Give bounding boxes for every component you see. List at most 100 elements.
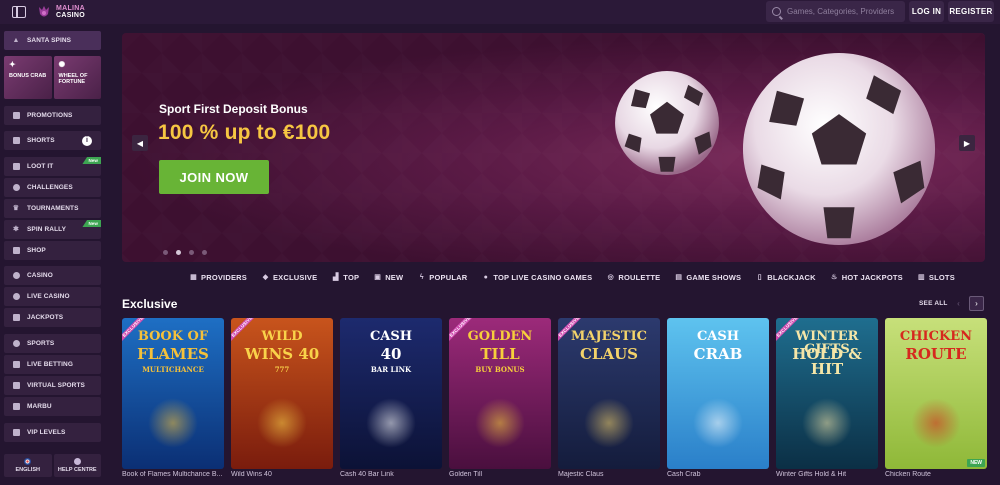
sidebar-item-label: SHOP bbox=[27, 247, 46, 254]
hero-next-button[interactable]: ▶ bbox=[959, 135, 975, 151]
category-blackjack[interactable]: ▯ BLACKJACK bbox=[756, 273, 816, 282]
sidebar-item-shorts[interactable]: SHORTS i bbox=[4, 131, 101, 150]
game-thumbnail[interactable]: CASH 40 BAR LINK bbox=[340, 318, 442, 469]
runner-icon: ✱ bbox=[13, 225, 19, 233]
category-new[interactable]: ▣ NEW bbox=[374, 273, 403, 282]
game-thumbnail[interactable]: MAJESTIC CLAUS EXCLUSIVE bbox=[558, 318, 660, 469]
game-art-emblem bbox=[257, 398, 307, 448]
sidebar-item-label: CASINO bbox=[27, 272, 53, 279]
info-icon[interactable]: i bbox=[82, 135, 92, 146]
sidebar-item-label: JACKPOTS bbox=[27, 314, 64, 321]
game-art-emblem bbox=[802, 398, 852, 448]
trophy-icon: ♛ bbox=[12, 204, 20, 212]
sidebar-item-loot-it[interactable]: LOOT IT New bbox=[4, 157, 101, 176]
category-label: PROVIDERS bbox=[201, 272, 247, 282]
search-icon bbox=[772, 7, 781, 16]
sidebar-item-live-betting[interactable]: LIVE BETTING bbox=[4, 355, 101, 374]
sidebar-item-promotions[interactable]: PROMOTIONS bbox=[4, 106, 101, 125]
game-thumbnail[interactable]: BOOK OF FLAMES MULTICHANCE EXCLUSIVE bbox=[122, 318, 224, 469]
game-tile[interactable]: CHICKEN ROUTE NEW Chicken Route bbox=[885, 318, 987, 478]
hero-dot[interactable] bbox=[189, 250, 194, 255]
hero-dot-active[interactable] bbox=[176, 250, 181, 255]
help-centre-button[interactable]: HELP CENTRE bbox=[53, 454, 101, 477]
category-label: GAME SHOWS bbox=[686, 272, 742, 282]
game-thumbnail[interactable]: CASH CRAB bbox=[667, 318, 769, 469]
category-popular[interactable]: ϟ POPULAR bbox=[418, 273, 467, 282]
carousel-prev-button[interactable]: ‹ bbox=[951, 296, 966, 311]
game-tile[interactable]: CASH CRAB Cash Crab bbox=[667, 318, 769, 478]
search-box[interactable] bbox=[766, 1, 905, 22]
game-tile[interactable]: MAJESTIC CLAUS EXCLUSIVE Majestic Claus bbox=[558, 318, 660, 478]
search-input[interactable] bbox=[787, 7, 902, 16]
live-betting-icon bbox=[12, 361, 20, 369]
promo-tiles: ✦ BONUS CRAB ✺ WHEEL OF FORTUNE bbox=[4, 56, 101, 99]
help-centre-label: HELP CENTRE bbox=[57, 467, 97, 473]
chevron-left-icon: ‹ bbox=[957, 299, 960, 308]
game-art-emblem bbox=[911, 398, 961, 448]
sidebar-item-vip-levels[interactable]: VIP LEVELS bbox=[4, 423, 101, 442]
diamond-icon: ◆ bbox=[262, 273, 269, 281]
sidebar-item-virtual-sports[interactable]: VIRTUAL SPORTS bbox=[4, 376, 101, 395]
game-tile[interactable]: BOOK OF FLAMES MULTICHANCE EXCLUSIVE Book of… bbox=[122, 318, 224, 478]
category-roulette[interactable]: ◎ ROULETTE bbox=[607, 273, 660, 282]
login-button[interactable]: LOG IN bbox=[909, 1, 944, 22]
register-button[interactable]: REGISTER bbox=[948, 1, 994, 22]
bolt-icon: ϟ bbox=[419, 273, 424, 281]
sidebar-item-label: LOOT IT bbox=[27, 163, 54, 170]
sidebar-item-challenges[interactable]: CHALLENGES bbox=[4, 178, 101, 197]
category-providers[interactable]: ▦ PROVIDERS bbox=[190, 273, 247, 282]
carousel-next-button[interactable]: › bbox=[969, 296, 984, 311]
game-thumbnail[interactable]: GOLDEN TILL BUY BONUS EXCLUSIVE bbox=[449, 318, 551, 469]
bonus-crab-tile[interactable]: ✦ BONUS CRAB bbox=[4, 56, 52, 99]
sidebar-item-marbu[interactable]: MARBU bbox=[4, 397, 101, 416]
hero-banner[interactable]: Sport First Deposit Bonus 100 % up to €1… bbox=[122, 33, 985, 262]
sidebar-item-tournaments[interactable]: ♛ TOURNAMENTS bbox=[4, 199, 101, 218]
chevron-right-icon: ▶ bbox=[963, 138, 971, 148]
game-tile[interactable]: WINTER GIFTS HOLD & HIT EXCLUSIVE Winter Gi… bbox=[776, 318, 878, 478]
logo-line2: CASINO bbox=[56, 12, 86, 19]
category-top-live-casino-games[interactable]: ● TOP LIVE CASINO GAMES bbox=[482, 273, 592, 282]
sidebar-item-label: SANTA SPINS bbox=[27, 37, 72, 44]
game-thumbnail[interactable]: WINTER GIFTS HOLD & HIT EXCLUSIVE bbox=[776, 318, 878, 469]
category-exclusive[interactable]: ◆ EXCLUSIVE bbox=[262, 273, 317, 282]
sidebar-footer: ENGLISH HELP CENTRE bbox=[4, 454, 101, 477]
hero-dot[interactable] bbox=[163, 250, 168, 255]
sidebar-item-shop[interactable]: SHOP bbox=[4, 241, 101, 260]
language-button[interactable]: ENGLISH bbox=[4, 454, 52, 477]
game-tile[interactable]: WILD WINS 40 777 EXCLUSIVE Wild Wins 40 bbox=[231, 318, 333, 478]
game-art-subtitle: 777 bbox=[274, 365, 290, 374]
sidebar-item-spin-rally[interactable]: ✱ SPIN RALLY New bbox=[4, 220, 101, 239]
sidebar-toggle-icon[interactable] bbox=[12, 6, 26, 18]
target-icon bbox=[12, 184, 20, 192]
sidebar-item-live-casino[interactable]: LIVE CASINO bbox=[4, 287, 101, 306]
join-now-button[interactable]: JOIN NOW bbox=[159, 160, 269, 194]
category-label: HOT JACKPOTS bbox=[841, 272, 903, 282]
logo[interactable]: MALINA CASINO bbox=[36, 4, 85, 20]
game-name: Golden Till bbox=[449, 471, 483, 478]
category-slots[interactable]: ▥ SLOTS bbox=[918, 273, 955, 282]
category-game-shows[interactable]: ▤ GAME SHOWS bbox=[675, 273, 741, 282]
game-thumbnail[interactable]: CHICKEN ROUTE NEW bbox=[885, 318, 987, 469]
category-top[interactable]: ▟ TOP bbox=[332, 273, 359, 282]
new-badge: New bbox=[82, 220, 101, 227]
see-all-link[interactable]: SEE ALL bbox=[919, 300, 948, 307]
hero-dot[interactable] bbox=[202, 250, 207, 255]
gameshow-icon: ▤ bbox=[675, 273, 683, 281]
game-tile[interactable]: CASH 40 BAR LINK Cash 40 Bar Link bbox=[340, 318, 442, 478]
sidebar-item-santa-spins[interactable]: ▲ SANTA SPINS bbox=[4, 31, 101, 50]
sidebar-item-label: LIVE CASINO bbox=[27, 293, 70, 300]
chevron-right-icon: › bbox=[975, 299, 978, 308]
sidebar-item-sports[interactable]: SPORTS bbox=[4, 334, 101, 353]
sidebar-item-casino[interactable]: CASINO bbox=[4, 266, 101, 285]
jackpot-icon bbox=[12, 314, 20, 322]
sidebar-item-jackpots[interactable]: JACKPOTS bbox=[4, 308, 101, 327]
hero-prev-button[interactable]: ◀ bbox=[132, 135, 148, 151]
new-icon: ▣ bbox=[374, 273, 382, 281]
vip-icon bbox=[12, 429, 20, 437]
gift-icon bbox=[12, 112, 20, 120]
game-tile[interactable]: GOLDEN TILL BUY BONUS EXCLUSIVE Golden Till bbox=[449, 318, 551, 478]
category-hot-jackpots[interactable]: ♨ HOT JACKPOTS bbox=[831, 273, 903, 282]
wheel-of-fortune-tile[interactable]: ✺ WHEEL OF FORTUNE bbox=[53, 56, 101, 99]
game-art-title: WILD bbox=[261, 329, 303, 344]
game-thumbnail[interactable]: WILD WINS 40 777 EXCLUSIVE bbox=[231, 318, 333, 469]
